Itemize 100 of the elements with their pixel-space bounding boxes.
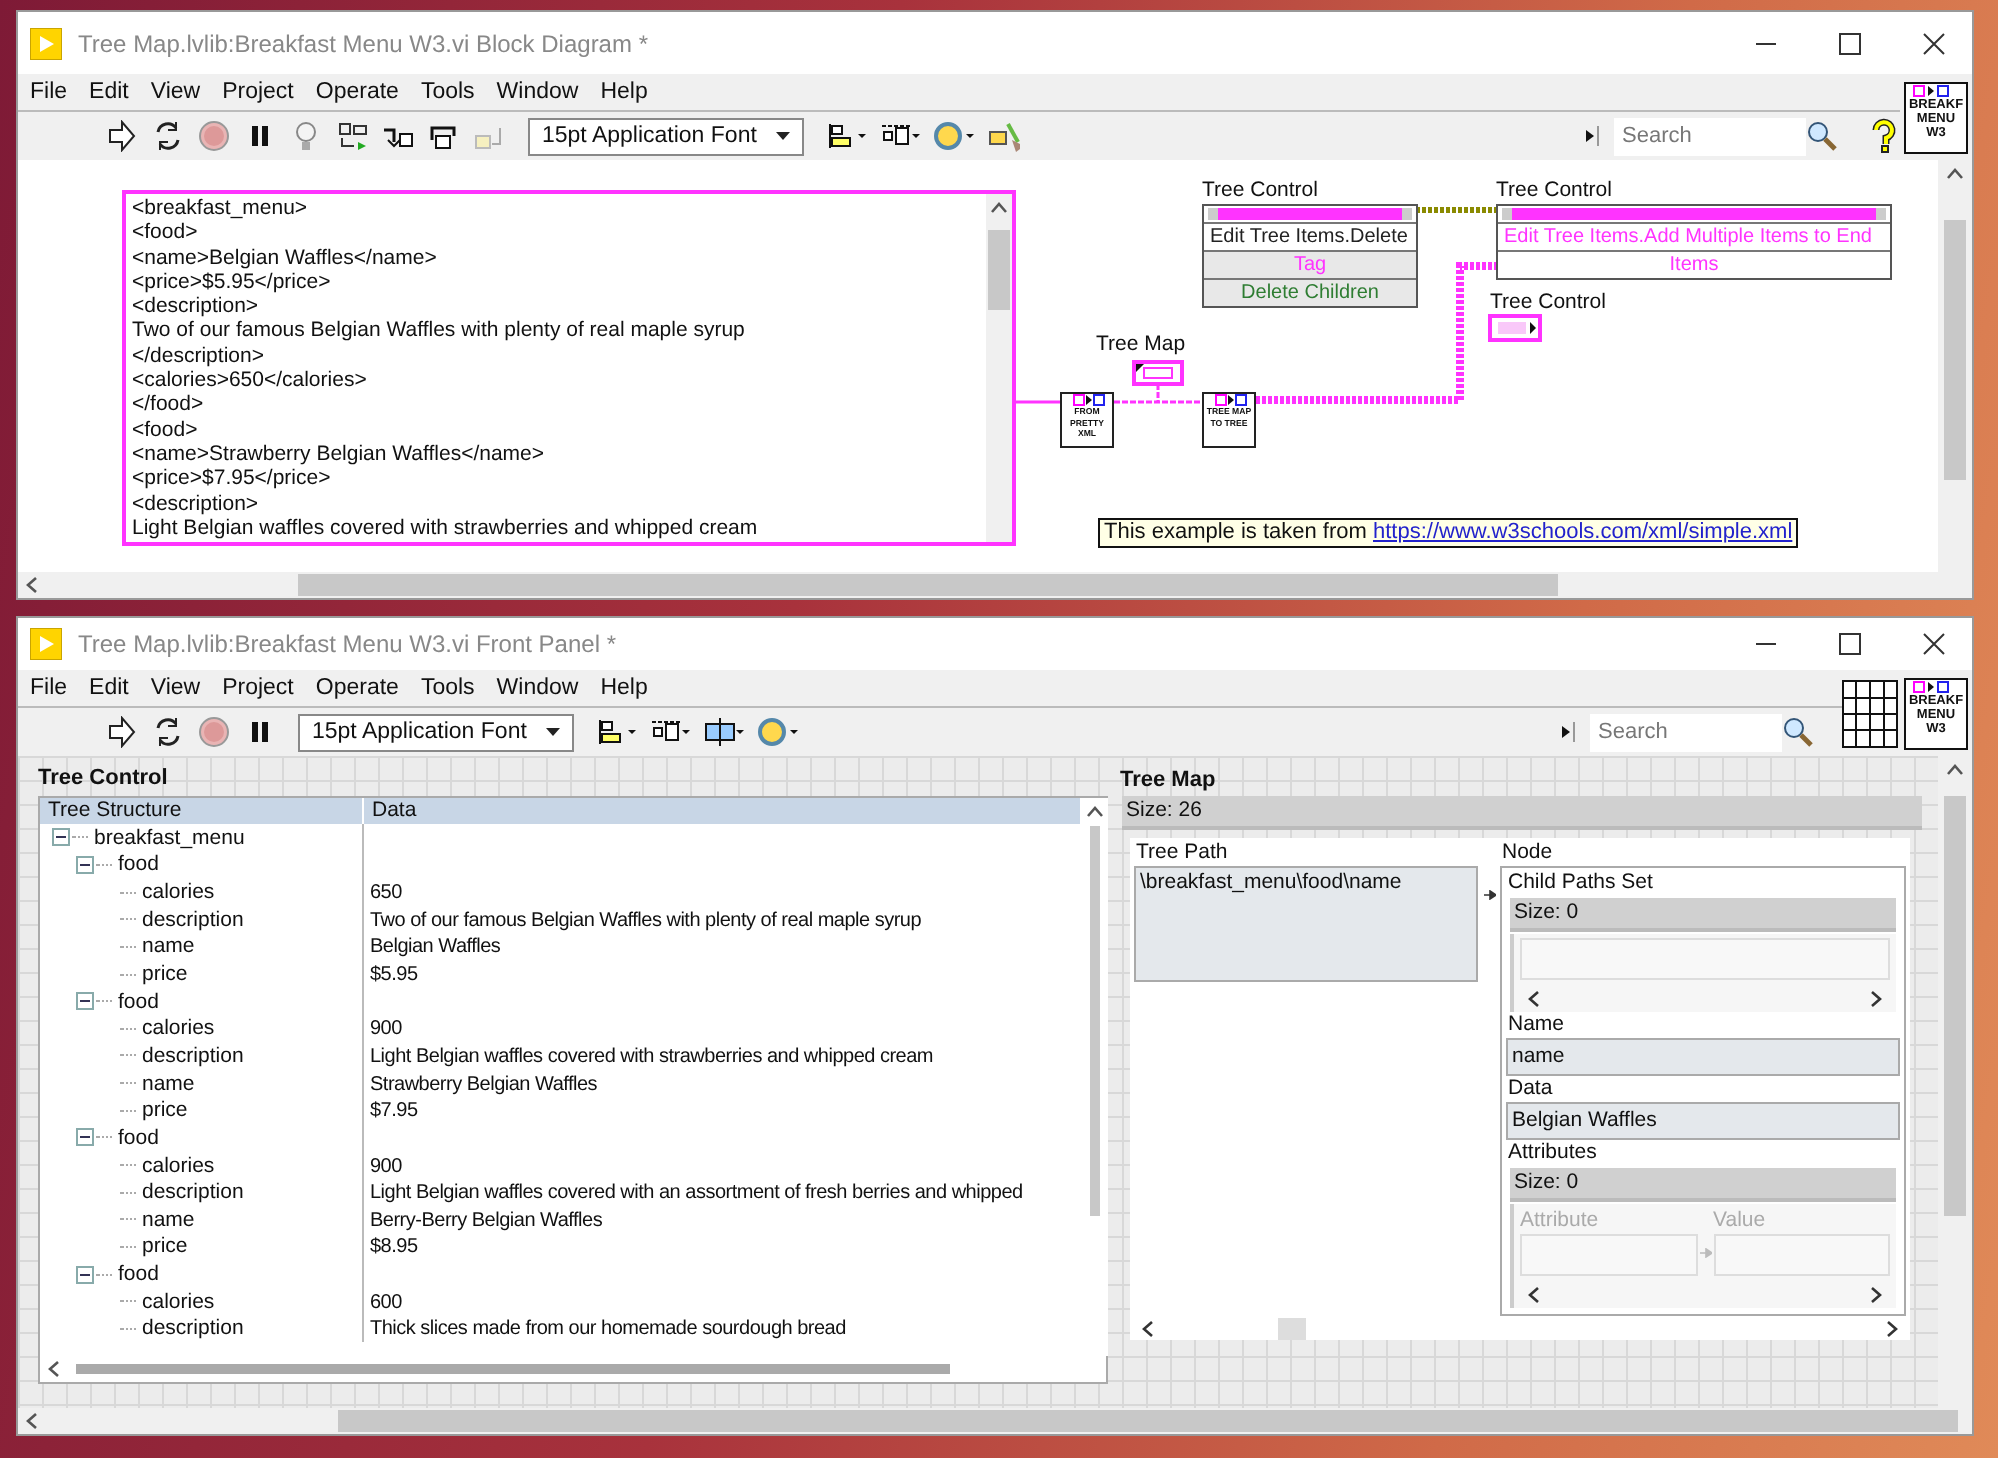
collapse-icon[interactable]	[76, 855, 94, 874]
menu-item[interactable]: Window	[496, 80, 579, 104]
menu-item[interactable]: View	[150, 676, 201, 700]
tree-item[interactable]: calories	[142, 1289, 215, 1314]
menu-item[interactable]: Help	[600, 80, 648, 104]
tree-item[interactable]: breakfast_menu	[94, 825, 245, 850]
wire	[1016, 400, 1060, 404]
field-label: Name	[1506, 1012, 1567, 1038]
tree-item[interactable]: price	[142, 962, 188, 987]
font-dropdown[interactable]: 15pt Application Font	[298, 713, 575, 751]
table-cell: 900	[370, 1018, 402, 1041]
scrollbar-thumb[interactable]	[338, 1410, 1958, 1432]
scroll-right-icon[interactable]	[1870, 989, 1882, 1007]
search-field[interactable]: Search	[1590, 713, 1782, 751]
field-label: Data	[1506, 1076, 1555, 1102]
collapse-icon[interactable]	[52, 828, 70, 847]
text-line: <name>Strawberry Belgian Waffles</name>	[132, 441, 547, 467]
text-line: <description>	[132, 491, 261, 516]
menu-item[interactable]: Operate	[315, 676, 399, 700]
collapse-icon[interactable]	[76, 992, 94, 1011]
scrollbar[interactable]	[986, 194, 1012, 542]
text-field[interactable]: name	[1506, 1038, 1900, 1076]
text-line: </food>	[132, 392, 206, 418]
scrollbar-thumb[interactable]	[988, 230, 1010, 310]
menu-item[interactable]: Project	[222, 80, 294, 104]
light-bulb-icon[interactable]	[290, 120, 322, 152]
scroll-left-icon[interactable]	[1528, 989, 1540, 1007]
probe-icon[interactable]	[336, 120, 368, 152]
table-cell: $8.95	[370, 1236, 418, 1259]
window-title: Tree Map.lvlib:Breakfast Menu W3.vi Block Diagram *	[78, 29, 648, 57]
expand-arrow-icon[interactable]	[1560, 722, 1576, 742]
text-line: <breakfast_menu>	[132, 196, 310, 221]
run-arrow-icon[interactable]	[106, 120, 138, 152]
tree-item[interactable]: food	[118, 852, 159, 877]
scrollbar-thumb[interactable]	[76, 1364, 950, 1374]
run-arrow-icon[interactable]	[106, 716, 138, 748]
table-cell: Berry-Berry Belgian Waffles	[370, 1209, 603, 1232]
search-icon	[1782, 716, 1814, 748]
field-label: Attribute	[1520, 1208, 1601, 1234]
tree-item[interactable]: price	[142, 1234, 188, 1259]
string-terminal-icon	[1488, 314, 1542, 342]
font-dropdown[interactable]: 15pt Application Font	[528, 117, 805, 155]
scrollbar-thumb[interactable]	[1090, 826, 1100, 1216]
property-node[interactable]: Edit Tree Items.Delete Tag Delete Children	[1202, 204, 1418, 308]
menu-item[interactable]: Tools	[420, 676, 475, 700]
map-control[interactable]: Size: 26 Tree Path \breakfast_menu\food\name Node Child Paths Set Size: 0 Name name Data Belgian Waffles Attributes Size: 0 Attribute Value	[1122, 796, 1922, 1340]
help-icon[interactable]	[1868, 118, 1900, 154]
tree-control[interactable]	[38, 796, 1108, 1384]
reorder-icon[interactable]	[934, 120, 975, 152]
menu-item[interactable]: Project	[222, 676, 294, 700]
collapse-icon[interactable]	[76, 1128, 94, 1147]
menu-item[interactable]: File	[30, 676, 68, 700]
tree-item[interactable]: food	[118, 1262, 159, 1287]
scroll-left-icon[interactable]	[1528, 1285, 1540, 1303]
cluster-terminal-icon	[1132, 360, 1184, 386]
scrollbar-thumb[interactable]	[298, 574, 1558, 596]
expand-arrow-icon[interactable]	[1584, 126, 1600, 146]
run-continuously-icon[interactable]	[152, 716, 184, 748]
broom-icon[interactable]	[988, 120, 1021, 152]
align-objects-icon[interactable]	[826, 120, 867, 152]
scrollbar-thumb[interactable]	[1278, 1317, 1306, 1339]
tree-item[interactable]: food	[118, 1125, 159, 1150]
menu-item[interactable]: File	[30, 80, 68, 104]
run-continuously-icon[interactable]	[152, 120, 184, 152]
menu-item[interactable]: Window	[496, 676, 579, 700]
scrollbar-thumb[interactable]	[1944, 796, 1966, 1216]
align-objects-icon[interactable]	[596, 716, 637, 748]
tree-item[interactable]: description	[142, 1043, 244, 1068]
tree-item[interactable]: calories	[142, 880, 215, 905]
tree-item[interactable]: calories	[142, 1153, 215, 1177]
menu-item[interactable]: Tools	[420, 80, 475, 104]
wire	[1416, 207, 1496, 213]
menu-item[interactable]: Help	[600, 676, 648, 700]
link[interactable]: https://www.w3schools.com/xml/simple.xml	[1373, 520, 1793, 544]
scrollbar-thumb[interactable]	[1944, 220, 1966, 480]
path-field[interactable]: \breakfast_menu\food\name	[1134, 866, 1478, 982]
menu-item[interactable]: Edit	[89, 80, 129, 104]
text-field[interactable]: Belgian Waffles	[1506, 1102, 1900, 1140]
menu-item[interactable]: Operate	[315, 80, 399, 104]
terminal-label: Tree Control	[1490, 290, 1606, 314]
collapse-icon[interactable]	[76, 1265, 94, 1284]
search-field[interactable]: Search	[1614, 117, 1806, 155]
string-constant[interactable]	[122, 190, 1016, 546]
tree-item[interactable]: price	[142, 1098, 188, 1123]
reorder-icon[interactable]	[758, 716, 799, 748]
tree-item[interactable]: description	[142, 907, 244, 932]
tree-item[interactable]: name	[142, 934, 195, 959]
menu-item[interactable]: View	[150, 80, 201, 104]
tree-item[interactable]: calories	[142, 1016, 215, 1041]
tree-item[interactable]: name	[142, 1207, 195, 1232]
node-input[interactable]: Delete Children	[1204, 278, 1416, 306]
scroll-up-icon	[1086, 806, 1104, 818]
tree-item[interactable]: description	[142, 1180, 244, 1205]
menu-item[interactable]: Edit	[89, 676, 129, 700]
tree-item[interactable]: name	[142, 1071, 195, 1096]
resize-objects-icon[interactable]	[704, 716, 745, 748]
column-header[interactable]: Tree Structure	[40, 798, 364, 824]
tree-item[interactable]: description	[142, 1316, 244, 1341]
node-label: Tree Control	[1496, 178, 1612, 202]
tree-item[interactable]: food	[118, 989, 159, 1014]
